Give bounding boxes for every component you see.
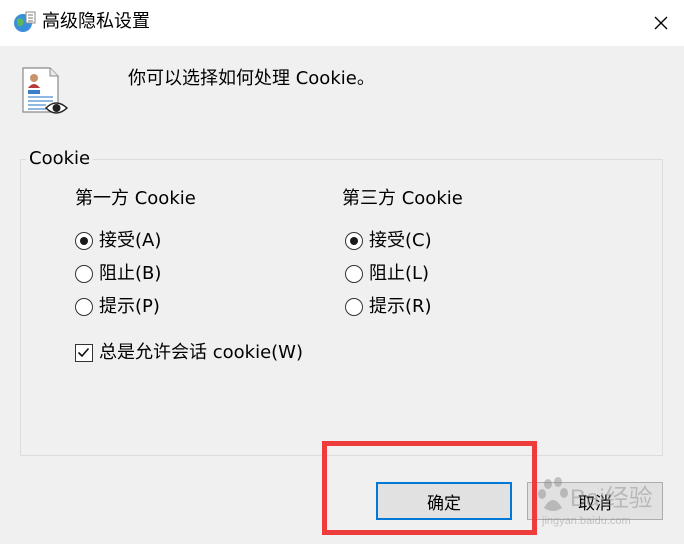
checkmark-icon [77,347,90,358]
radio-button-checked[interactable] [75,232,93,250]
first-party-prompt-radio[interactable]: 提示(P) [75,295,160,319]
session-cookie-label: 总是允许会话 cookie(W) [99,342,303,363]
ok-button[interactable]: 确定 [376,482,512,520]
third-party-block-radio[interactable]: 阻止(L) [345,262,429,286]
eye-icon [44,102,69,114]
ie-globe-icon [14,11,36,32]
first-party-accept-radio[interactable]: 接受(A) [75,229,161,253]
radio-label: 接受(C) [369,230,432,251]
radio-label: 接受(A) [99,230,162,251]
radio-button-checked[interactable] [345,232,363,250]
third-party-prompt-radio[interactable]: 提示(R) [345,295,432,319]
radio-label: 阻止(L) [369,263,430,284]
session-cookie-checkbox[interactable] [75,344,93,362]
group-legend: Cookie [26,147,94,171]
radio-label: 阻止(B) [99,263,162,284]
radio-button[interactable] [345,265,363,283]
radio-label: 提示(P) [99,296,160,317]
third-party-accept-radio[interactable]: 接受(C) [345,229,432,253]
radio-label: 提示(R) [369,296,432,317]
session-cookie-checkbox-row[interactable]: 总是允许会话 cookie(W) [75,341,303,365]
cancel-button[interactable]: 取消 [527,482,663,520]
privacy-document-icon [22,67,69,114]
prompt-text: 你可以选择如何处理 Cookie。 [128,68,375,89]
third-party-heading: 第三方 Cookie [342,188,463,209]
radio-button[interactable] [75,298,93,316]
radio-button[interactable] [75,265,93,283]
first-party-heading: 第一方 Cookie [75,188,196,209]
title-bar: 高级隐私设置 [0,0,684,46]
first-party-block-radio[interactable]: 阻止(B) [75,262,161,286]
window-title: 高级隐私设置 [42,11,150,32]
close-icon [654,16,668,30]
radio-button[interactable] [345,298,363,316]
close-button[interactable] [638,0,684,46]
